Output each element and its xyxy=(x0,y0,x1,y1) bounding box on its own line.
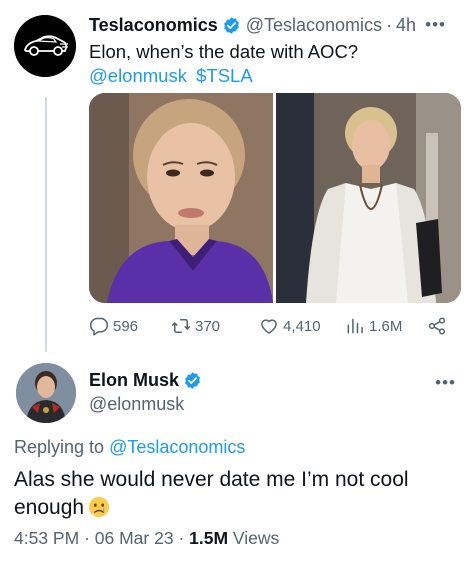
mention-link[interactable]: @elonmusk xyxy=(89,65,187,86)
thread-line xyxy=(45,97,47,352)
reply-button[interactable]: 596 xyxy=(89,313,138,339)
display-name-text: Elon Musk xyxy=(89,370,180,390)
display-name[interactable]: Teslaconomics xyxy=(89,15,218,36)
tweet-actions: 596 370 4,410 1.6M xyxy=(89,313,461,339)
verified-badge-icon xyxy=(223,16,239,34)
tweet-meta: 4:53 PM · 06 Mar 23 · 1.5M Views xyxy=(14,528,279,549)
tweet-header: Teslaconomics @Teslaconomics · 4h ••• xyxy=(89,13,464,37)
avatar[interactable] xyxy=(14,15,76,77)
timestamp[interactable]: 4h xyxy=(396,15,416,36)
share-icon xyxy=(428,317,446,335)
views-total: 1.5M xyxy=(189,528,229,548)
reply-icon xyxy=(89,317,109,336)
media-photo-left[interactable] xyxy=(89,93,273,303)
retweet-count: 370 xyxy=(195,317,221,335)
crying-face-icon xyxy=(88,496,110,518)
display-name[interactable]: Elon Musk xyxy=(89,370,202,391)
replying-to-link[interactable]: @Teslaconomics xyxy=(109,437,245,457)
cashtag-link[interactable]: $TSLA xyxy=(196,65,253,86)
more-icon[interactable]: ••• xyxy=(435,373,456,393)
like-count: 4,410 xyxy=(283,317,321,335)
handle[interactable]: @elonmusk xyxy=(89,394,184,415)
tweet-text: Elon, when’s the date with AOC? xyxy=(89,41,359,62)
retweet-icon xyxy=(171,319,191,333)
views-icon xyxy=(347,318,363,334)
views-label: Views xyxy=(232,528,280,548)
verified-badge-icon xyxy=(185,372,200,389)
share-button[interactable] xyxy=(427,313,447,339)
avatar[interactable] xyxy=(16,363,76,423)
reply-count: 596 xyxy=(113,317,139,335)
like-button[interactable]: 4,410 xyxy=(259,313,321,339)
handle[interactable]: @Teslaconomics xyxy=(246,15,382,36)
post-time[interactable]: 4:53 PM xyxy=(14,528,79,548)
media-photo-right[interactable] xyxy=(276,93,461,303)
tweet-text: Alas she would never date me I’m not coo… xyxy=(14,466,464,522)
replying-to: Replying to @Teslaconomics xyxy=(14,437,245,458)
more-icon[interactable]: ••• xyxy=(425,15,446,35)
retweet-button[interactable]: 370 xyxy=(171,313,220,339)
separator-dot: · xyxy=(386,14,393,35)
car-logo-icon xyxy=(14,15,76,77)
separator-dot: · xyxy=(178,528,185,548)
replying-prefix: Replying to xyxy=(14,437,105,457)
tweet-text-body: Alas she would never date me I’m not coo… xyxy=(14,468,409,519)
heart-icon xyxy=(261,319,277,334)
views-button[interactable]: 1.6M xyxy=(345,313,402,339)
media-grid xyxy=(89,93,461,303)
views-count: 1.6M xyxy=(369,317,403,335)
separator-dot: · xyxy=(84,528,90,548)
post-date[interactable]: 06 Mar 23 xyxy=(95,528,174,548)
tweet-tags: @elonmusk $TSLA xyxy=(89,64,253,88)
